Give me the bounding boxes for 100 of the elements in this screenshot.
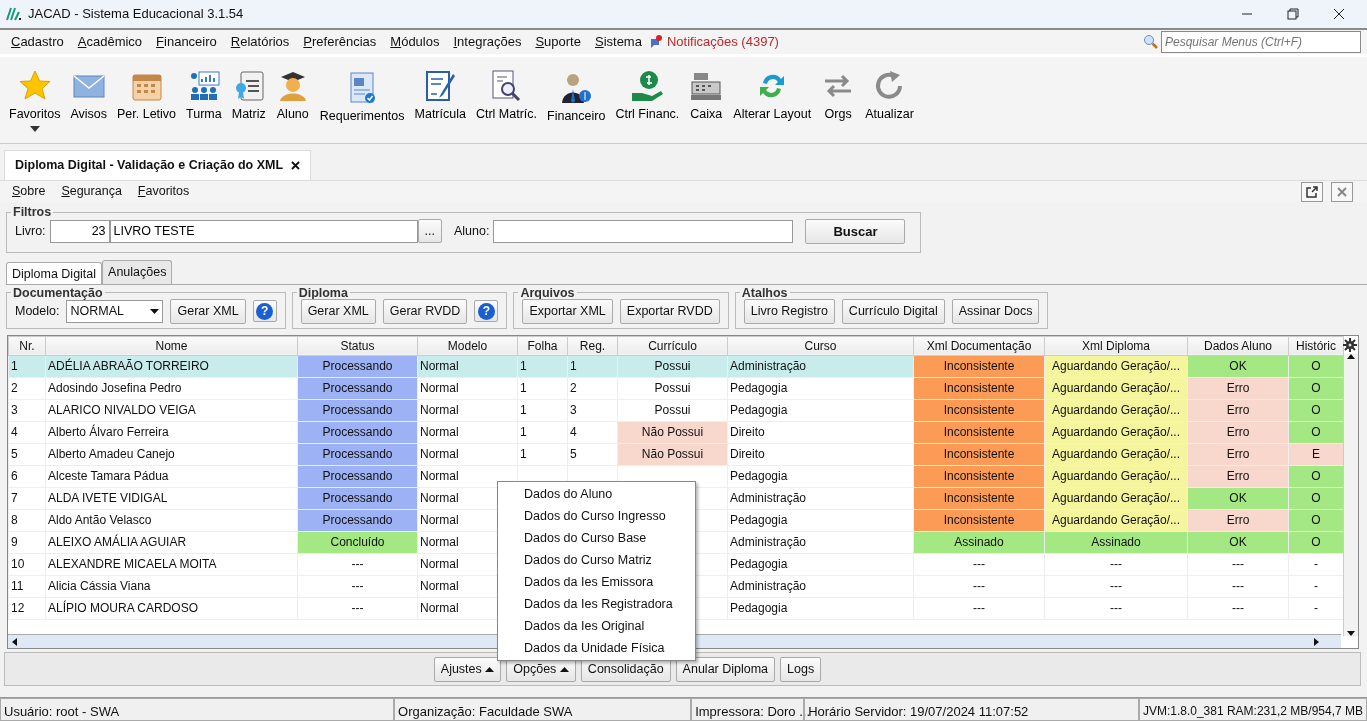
menu-item[interactable]: Sistema <box>587 30 649 54</box>
toolbar-button[interactable]: Favoritos <box>4 67 66 134</box>
scroll-up-icon[interactable] <box>1347 353 1355 359</box>
action-button[interactable]: Exportar RVDD <box>619 299 720 324</box>
toolbar-button[interactable]: Per. Letivo <box>112 67 182 126</box>
table-cell: Aguardando Geração/... <box>1044 399 1188 422</box>
column-header[interactable]: Reg. <box>567 336 618 356</box>
model-select[interactable]: NORMAL <box>66 299 164 323</box>
action-button[interactable]: Exportar XML <box>522 299 613 324</box>
scroll-left-icon[interactable] <box>12 637 17 646</box>
column-header[interactable]: Nr. <box>8 336 46 356</box>
action-button[interactable]: Gerar RVDD <box>382 299 468 324</box>
toolbar-button[interactable]: Financeiro <box>542 69 611 128</box>
menu-item[interactable]: Preferências <box>296 30 384 54</box>
table-cell: Normal <box>417 443 518 466</box>
table-cell: 9 <box>8 531 46 554</box>
document-pen-icon <box>423 69 458 103</box>
toolbar-button[interactable]: Caixa <box>684 67 729 126</box>
table-cell: Aguardando Geração/... <box>1044 377 1188 400</box>
action-button[interactable]: Livro Registro <box>743 299 835 324</box>
panel-title: Diploma <box>297 286 349 299</box>
menu-item[interactable]: Relatórios <box>223 30 297 54</box>
table-cell: Pedagogia <box>727 399 914 422</box>
action-button[interactable]: Gerar XML <box>170 299 246 324</box>
toolbar-button[interactable]: Turma <box>181 67 227 126</box>
menu-item[interactable]: Acadêmico <box>70 30 150 54</box>
menu-item[interactable]: Suporte <box>528 30 588 54</box>
toolbar-button[interactable]: Atualizar <box>860 67 919 126</box>
tab[interactable]: Anulações <box>102 259 173 284</box>
table-cell: 3 <box>567 399 618 422</box>
notifications-link[interactable]: Notificações (4397) <box>662 32 779 52</box>
book-code-field[interactable]: 23 <box>49 219 110 243</box>
action-button[interactable]: Ajustes <box>433 657 502 682</box>
browse-button[interactable]: ... <box>417 218 442 244</box>
table-cell: --- <box>297 597 418 620</box>
student-field[interactable] <box>493 219 794 243</box>
vertical-scrollbar[interactable] <box>1343 353 1358 636</box>
help-button[interactable]: ? <box>252 300 277 323</box>
close-icon[interactable] <box>1333 8 1345 20</box>
table-cell: ALEXANDRE MICAELA MOITA <box>45 553 298 576</box>
menu-item[interactable]: Integrações <box>446 30 529 54</box>
menu-item[interactable]: Cadastro <box>4 30 71 54</box>
toolbar-button[interactable]: Matriz <box>226 67 271 126</box>
action-button[interactable]: Anular Diploma <box>675 657 776 682</box>
field-label: Modelo: <box>15 303 60 320</box>
menu-item[interactable]: Sobre <box>4 182 54 201</box>
scroll-right-icon[interactable] <box>1314 637 1319 646</box>
column-header[interactable]: Dados Aluno <box>1187 336 1289 356</box>
table-cell: --- <box>913 575 1045 598</box>
column-header[interactable]: Nome <box>45 336 298 356</box>
table-cell: 3 <box>8 399 46 422</box>
column-header[interactable]: Históric <box>1288 336 1344 356</box>
search-field[interactable]: Pesquisar Menus (Ctrl+F) <box>1161 31 1361 53</box>
toolbar-button[interactable]: Matrícula <box>409 67 471 126</box>
column-header[interactable]: Modelo <box>417 336 518 356</box>
toolbar-button[interactable]: Ctrl Financ. <box>610 67 685 126</box>
table-cell: 12 <box>8 597 46 620</box>
action-button[interactable]: Gerar XML <box>300 299 376 324</box>
column-header[interactable]: Xml Documentação <box>913 336 1045 356</box>
column-header[interactable]: Currículo <box>617 336 728 356</box>
help-button[interactable]: ? <box>474 300 499 323</box>
close-button[interactable] <box>1331 181 1353 202</box>
popout-button[interactable] <box>1301 181 1323 202</box>
table-cell: Alberto Amadeu Canejo <box>45 443 298 466</box>
menu-item[interactable]: Módulos <box>383 30 447 54</box>
menu-item[interactable]: Financeiro <box>149 30 224 54</box>
action-button[interactable]: Assinar Docs <box>951 299 1040 324</box>
maximize-icon[interactable] <box>1287 8 1299 20</box>
table-cell: ALARICO NIVALDO VEIGA <box>45 399 298 422</box>
action-button[interactable]: Logs <box>780 657 822 682</box>
column-header[interactable]: Folha <box>517 336 568 356</box>
settings-icon[interactable] <box>1343 337 1357 352</box>
table-cell: Aguardando Geração/... <box>1044 355 1188 378</box>
close-icon[interactable] <box>291 161 301 171</box>
table-cell: Pedagogia <box>727 597 914 620</box>
column-header[interactable]: Curso <box>727 336 914 356</box>
table-cell: Administração <box>727 355 914 378</box>
table-cell: ALDA IVETE VIDIGAL <box>45 487 298 510</box>
book-name-field[interactable]: LIVRO TESTE <box>109 219 418 243</box>
table-cell: Administração <box>727 575 914 598</box>
toolbar-button[interactable]: Ctrl Matríc. <box>470 67 543 126</box>
scroll-down-icon[interactable] <box>1347 630 1355 636</box>
toolbar-button[interactable]: Aluno <box>270 67 315 126</box>
column-header[interactable]: Status <box>297 336 418 356</box>
table-cell: Pedagogia <box>727 465 914 488</box>
menu-item[interactable]: Favoritos <box>129 182 198 201</box>
action-button[interactable]: Currículo Digital <box>841 299 945 324</box>
toolbar-button[interactable]: Alterar Layout <box>728 67 817 126</box>
table-cell: Direito <box>727 421 914 444</box>
tab[interactable]: Diploma Digital <box>6 261 103 284</box>
search-button[interactable]: Buscar <box>805 218 906 244</box>
toolbar-button[interactable]: Orgs <box>816 67 861 126</box>
table-cell: Normal <box>417 421 518 444</box>
menu-item[interactable]: Dados da Unidade Física <box>498 637 695 659</box>
toolbar-button[interactable]: Avisos <box>65 67 112 126</box>
table-cell: 1 <box>517 377 568 400</box>
menu-item[interactable]: Segurança <box>53 182 130 201</box>
toolbar-button[interactable]: Requerimentos <box>314 69 410 128</box>
table-cell: Normal <box>417 377 518 400</box>
column-header[interactable]: Xml Diploma <box>1044 336 1188 356</box>
